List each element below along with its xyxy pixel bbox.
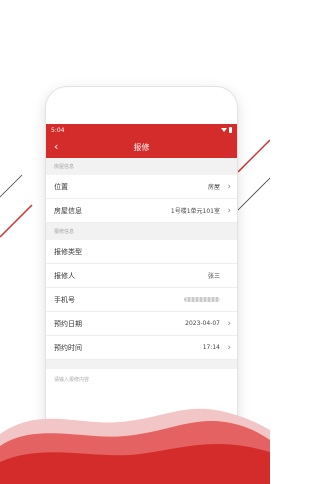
status-time: 5:04	[51, 126, 65, 134]
row-label: 报修类型	[54, 247, 82, 256]
section-gap	[46, 360, 237, 369]
row-repair-person[interactable]: 报修人 张三	[46, 264, 237, 288]
navigation-bar: ‹ 报修	[46, 136, 237, 158]
row-house-info[interactable]: 房屋信息 1号楼1单元101室 ›	[46, 199, 237, 223]
row-value: 房屋	[207, 184, 220, 191]
chevron-right-icon: ›	[227, 205, 231, 216]
row-value: 1号楼1单元101室	[170, 208, 220, 215]
wifi-icon	[221, 128, 227, 132]
row-phone[interactable]: 手机号	[46, 288, 237, 312]
row-label: 报修人	[54, 271, 75, 280]
row-value: 17:14	[202, 344, 220, 351]
chevron-right-icon: ›	[227, 342, 231, 353]
row-appointment-date[interactable]: 预约日期 2023-04-07 ›	[46, 312, 237, 336]
row-label: 预约时间	[54, 343, 82, 352]
page-title: 报修	[133, 142, 150, 152]
phone-frame: 5:04 ‹ 报修 房屋信息 位置 房屋 › 房屋信息 1号楼1单元101室 ›…	[45, 86, 238, 484]
row-value: 2023-04-07	[185, 320, 220, 327]
back-arrow-icon[interactable]: ‹	[54, 136, 58, 158]
row-value: 张三	[207, 273, 220, 280]
repair-content-input[interactable]: 请输入报修内容	[46, 369, 237, 409]
phone-value-blurred	[184, 297, 220, 302]
section-header-house: 房屋信息	[46, 158, 237, 175]
form-content: 房屋信息 位置 房屋 › 房屋信息 1号楼1单元101室 › 报修信息 报修类型…	[46, 158, 237, 483]
row-appointment-time[interactable]: 预约时间 17:14 ›	[46, 336, 237, 360]
chevron-right-icon: ›	[227, 318, 231, 329]
row-repair-type[interactable]: 报修类型	[46, 240, 237, 264]
status-bar: 5:04	[46, 124, 237, 136]
row-location[interactable]: 位置 房屋 ›	[46, 175, 237, 199]
row-label: 房屋信息	[54, 206, 82, 215]
section-header-repair: 报修信息	[46, 223, 237, 240]
battery-icon	[229, 127, 232, 133]
row-label: 预约日期	[54, 319, 82, 328]
row-label: 手机号	[54, 295, 75, 304]
chevron-right-icon: ›	[227, 181, 231, 192]
row-label: 位置	[54, 182, 68, 191]
